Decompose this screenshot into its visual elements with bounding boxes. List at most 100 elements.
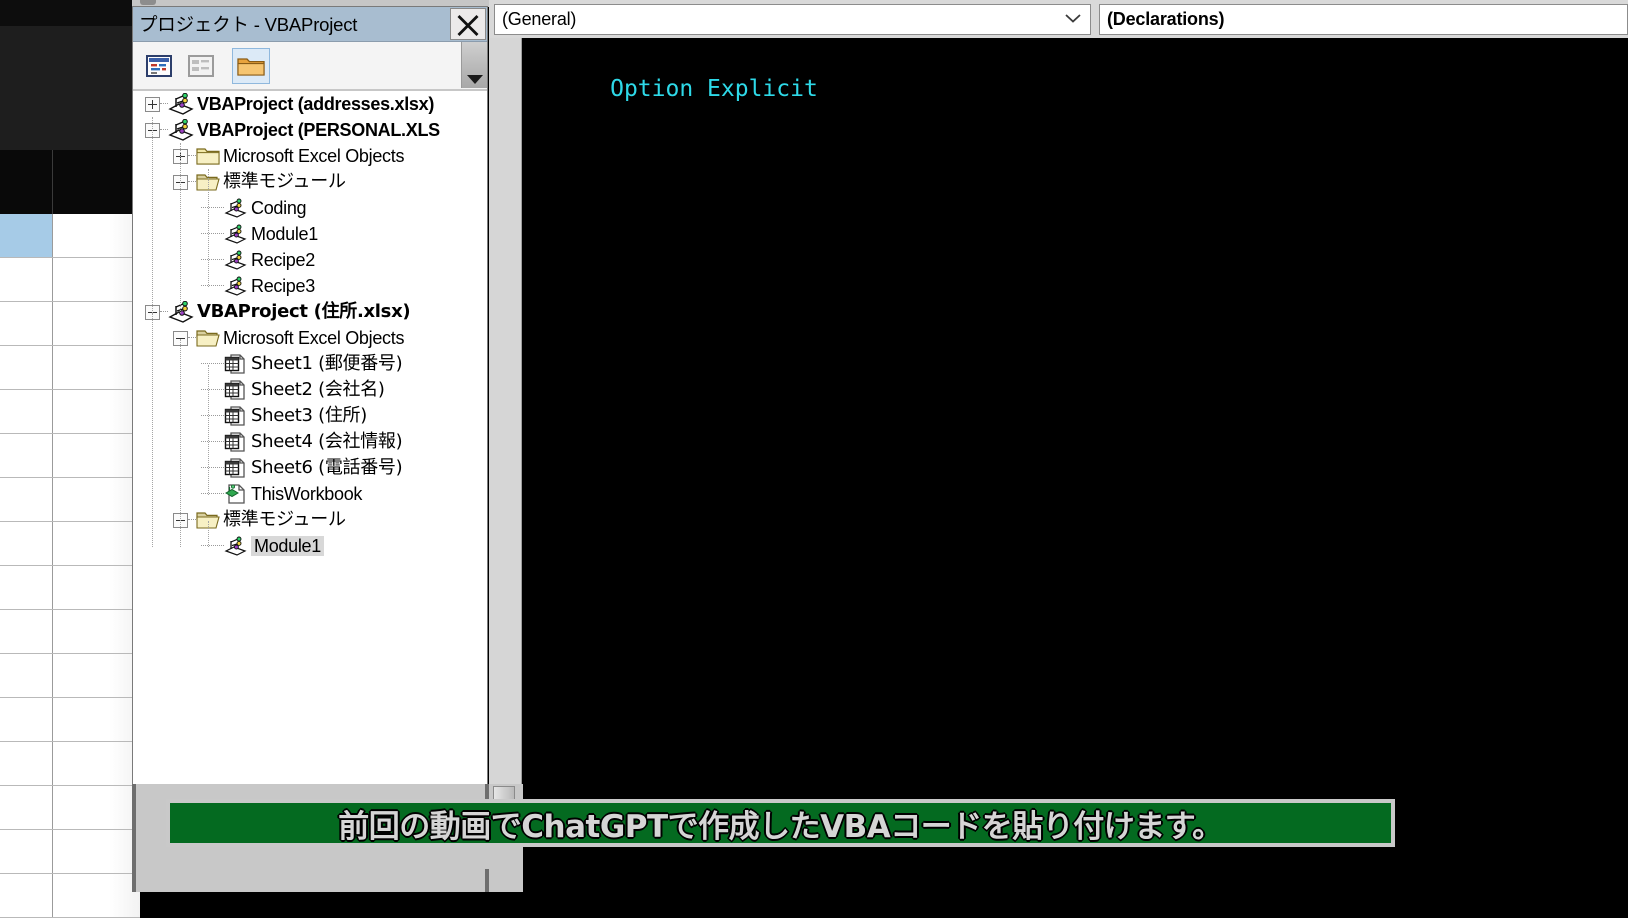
spreadsheet-toolbar-band — [0, 26, 140, 150]
spreadsheet-row[interactable] — [0, 566, 140, 610]
spreadsheet-column-divider — [52, 522, 53, 565]
spreadsheet-selected-cell[interactable] — [0, 214, 52, 257]
tree-connector — [188, 337, 196, 339]
object-dropdown[interactable]: (General) — [494, 4, 1091, 35]
tree-item-label: Module1 — [251, 224, 318, 244]
tree-item-label: Recipe2 — [251, 250, 315, 270]
spreadsheet-row[interactable] — [0, 786, 140, 830]
tree-connector-line — [152, 117, 154, 313]
tree-item-label: Recipe3 — [251, 276, 315, 296]
toggle-folders-button[interactable] — [232, 47, 270, 84]
tree-connector — [201, 441, 224, 443]
spreadsheet-row[interactable] — [0, 478, 140, 522]
workbook-icon — [224, 483, 248, 505]
tree-item[interactable]: Module1 — [133, 533, 487, 559]
code-editor-pane: (General) (Declarations) Option Explicit — [489, 0, 1628, 892]
spreadsheet-column-divider — [52, 150, 53, 214]
spreadsheet-row[interactable] — [0, 742, 140, 786]
sheet-icon — [224, 431, 248, 453]
spreadsheet-row[interactable] — [0, 214, 140, 258]
chevron-down-icon — [1063, 11, 1083, 29]
tree-item[interactable]: Sheet3 (住所) — [133, 403, 487, 429]
tree-item[interactable]: Sheet6 (電話番号) — [133, 455, 487, 481]
code-editor-header: (General) (Declarations) — [489, 0, 1628, 38]
spreadsheet-row[interactable] — [0, 874, 140, 918]
tree-item[interactable]: Recipe3 — [133, 273, 487, 299]
tree-connector — [201, 467, 224, 469]
tree-item[interactable]: VBAProject (addresses.xlsx) — [133, 91, 487, 117]
tree-item[interactable]: Sheet1 (郵便番号) — [133, 351, 487, 377]
tree-connector-line — [180, 143, 182, 313]
subtitle-banner: 前回の動画でChatGPTで作成したVBAコードを貼り付けます。 — [166, 799, 1395, 847]
spreadsheet-column-divider — [52, 874, 53, 917]
tree-connector — [201, 493, 224, 495]
spreadsheet-row[interactable] — [0, 258, 140, 302]
module-icon — [224, 224, 248, 244]
tree-connector — [201, 207, 224, 209]
tree-item[interactable]: VBAProject (住所.xlsx) — [133, 299, 487, 325]
spreadsheet-column-divider — [52, 610, 53, 653]
window-grip — [140, 0, 156, 5]
strip-divider-right-bottom — [485, 869, 489, 892]
project-explorer-toolbar — [133, 42, 487, 90]
tree-item[interactable]: VBAProject (PERSONAL.XLS — [133, 117, 487, 143]
tree-item[interactable]: ThisWorkbook — [133, 481, 487, 507]
spreadsheet-column-divider — [52, 786, 53, 829]
project-explorer-title: プロジェクト - VBAProject — [139, 14, 358, 35]
spreadsheet-column-divider — [52, 390, 53, 433]
spreadsheet-column-divider — [52, 258, 53, 301]
tree-connector — [201, 259, 224, 261]
spreadsheet-column-divider — [52, 346, 53, 389]
folder-closed-icon — [196, 146, 220, 166]
spreadsheet-row[interactable] — [0, 698, 140, 742]
tree-item[interactable]: 標準モジュール — [133, 169, 487, 195]
sheet-icon — [224, 379, 248, 401]
vbaproject-icon — [168, 93, 194, 115]
tree-item-label: 標準モジュール — [223, 171, 346, 192]
sheet-icon — [224, 405, 248, 427]
spreadsheet-row[interactable] — [0, 522, 140, 566]
tree-connector-line — [180, 339, 182, 547]
subtitle-banner-inner: 前回の動画でChatGPTで作成したVBAコードを貼り付けます。 — [170, 803, 1391, 845]
spreadsheet-column-divider — [52, 654, 53, 697]
spreadsheet-row[interactable] — [0, 610, 140, 654]
spreadsheet-row[interactable] — [0, 302, 140, 346]
tree-connector — [160, 129, 168, 131]
tree-connector-line — [152, 313, 154, 547]
code-editor-margin-indicator-bar — [489, 38, 522, 784]
tree-item[interactable]: Module1 — [133, 221, 487, 247]
tree-item[interactable]: Coding — [133, 195, 487, 221]
module-icon — [224, 250, 248, 270]
spreadsheet-row[interactable] — [0, 830, 140, 874]
spreadsheet-row[interactable] — [0, 434, 140, 478]
view-object-button[interactable] — [182, 48, 220, 84]
procedure-dropdown[interactable]: (Declarations) — [1099, 4, 1628, 35]
module-icon — [224, 276, 248, 296]
tree-item-label: VBAProject (PERSONAL.XLS — [197, 120, 440, 140]
tree-item-label: Sheet1 (郵便番号) — [251, 353, 403, 374]
tree-connector-line — [208, 365, 210, 495]
tree-item[interactable]: Microsoft Excel Objects — [133, 325, 487, 351]
code-editor-text-area[interactable]: Option Explicit — [523, 38, 1628, 784]
sheet-icon — [224, 457, 248, 479]
spreadsheet-row[interactable] — [0, 654, 140, 698]
tree-item[interactable]: Recipe2 — [133, 247, 487, 273]
project-tree[interactable]: VBAProject (addresses.xlsx) VBAProject (P… — [133, 90, 487, 861]
spreadsheet-row[interactable] — [0, 346, 140, 390]
project-explorer-titlebar[interactable]: プロジェクト - VBAProject — [133, 7, 487, 42]
tree-item-label: Sheet3 (住所) — [251, 405, 367, 426]
spreadsheet-row[interactable] — [0, 390, 140, 434]
spreadsheet-grid[interactable] — [0, 214, 140, 918]
project-explorer-window: プロジェクト - VBAProject VBAProject (addresse… — [132, 6, 488, 862]
spreadsheet-backdrop — [0, 0, 140, 918]
expand-icon[interactable] — [145, 96, 160, 112]
close-icon[interactable] — [450, 8, 486, 40]
tree-connector — [160, 311, 168, 313]
tree-item-label: ThisWorkbook — [251, 484, 363, 504]
tree-item[interactable]: Sheet2 (会社名) — [133, 377, 487, 403]
project-toolbar-scroll-button[interactable] — [461, 42, 487, 88]
tree-item[interactable]: Sheet4 (会社情報) — [133, 429, 487, 455]
tree-item[interactable]: 標準モジュール — [133, 507, 487, 533]
view-code-button[interactable] — [140, 48, 178, 84]
tree-item[interactable]: Microsoft Excel Objects — [133, 143, 487, 169]
